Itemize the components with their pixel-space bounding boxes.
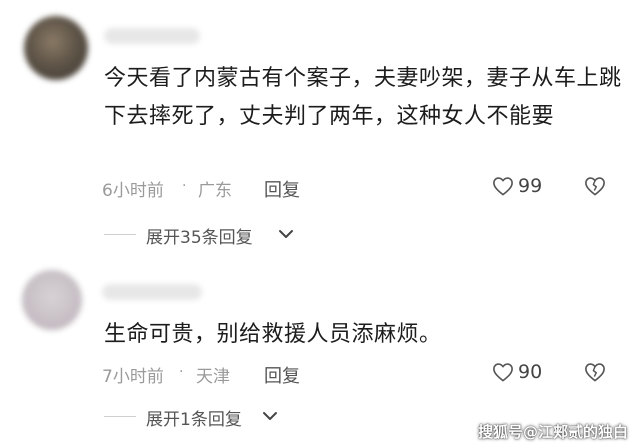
expand-replies-label: 展开1条回复 [146, 410, 242, 430]
username-blurred[interactable] [104, 28, 200, 44]
broken-heart-icon [585, 177, 605, 196]
like-count: 90 [518, 361, 543, 383]
comment-meta: 6小时前 · 广东 回复 99 [96, 172, 626, 202]
heart-outline-icon [493, 177, 513, 196]
comment-location: 天津 [196, 367, 230, 387]
comment-time: 7小时前 [102, 367, 164, 387]
avatar[interactable] [22, 270, 82, 330]
chevron-down-icon [279, 230, 293, 238]
meta-separator: · [179, 364, 184, 380]
like-count: 99 [518, 175, 543, 197]
expand-divider [104, 416, 136, 417]
reply-button[interactable]: 回复 [264, 176, 300, 202]
heart-outline-icon [493, 363, 513, 382]
reply-button[interactable]: 回复 [264, 362, 300, 388]
broken-heart-icon [585, 363, 605, 382]
meta-separator: · [182, 178, 187, 194]
username-blurred[interactable] [102, 284, 202, 300]
comment-location: 广东 [198, 181, 232, 201]
comment-time: 6小时前 [102, 181, 164, 201]
comment-meta: 7小时前 · 天津 回复 90 [96, 358, 626, 388]
comment-text: 今天看了内蒙古有个案子，夫妻吵架，妻子从车上跳下去摔死了，丈夫判了两年，这种女人… [104, 66, 622, 129]
expand-replies-label: 展开35条回复 [146, 228, 253, 248]
dislike-button[interactable] [584, 176, 606, 201]
watermark: 搜狐号@江郏贰的独白 [477, 423, 628, 441]
chevron-down-icon [263, 412, 277, 420]
comment-text: 生命可贵，别给救援人员添麻烦。 [104, 322, 442, 347]
avatar[interactable] [24, 16, 88, 80]
expand-divider [104, 234, 136, 235]
dislike-button[interactable] [584, 362, 606, 387]
